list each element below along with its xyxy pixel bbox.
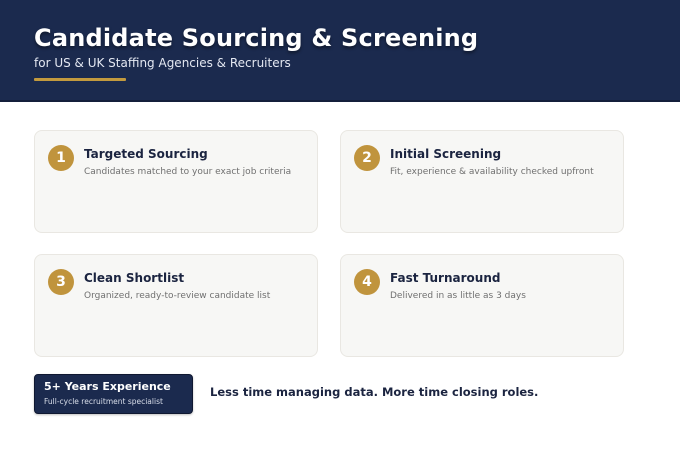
card-description: Candidates matched to your exact job cri…	[84, 167, 292, 177]
card-title: Clean Shortlist	[84, 271, 185, 285]
header-banner: Candidate Sourcing & Screening for US & …	[0, 0, 680, 102]
experience-badge-title: 5+ Years Experience	[44, 380, 171, 393]
card-title: Targeted Sourcing	[84, 147, 208, 161]
experience-badge-subtitle: Full-cycle recruitment specialist	[44, 397, 163, 406]
card-description: Delivered in as little as 3 days	[390, 291, 526, 301]
service-card-clean-shortlist: 3 Clean Shortlist Organized, ready-to-re…	[34, 254, 318, 357]
card-title: Initial Screening	[390, 147, 502, 161]
card-description: Organized, ready-to-review candidate lis…	[84, 291, 271, 301]
experience-badge: 5+ Years Experience Full-cycle recruitme…	[34, 374, 193, 414]
tagline: Less time managing data. More time closi…	[210, 385, 539, 399]
page-subtitle: for US & UK Staffing Agencies & Recruite…	[34, 56, 291, 70]
page-title: Candidate Sourcing & Screening	[34, 24, 479, 52]
step-number-badge: 3	[48, 269, 74, 295]
step-number-badge: 1	[48, 145, 74, 171]
accent-divider	[34, 78, 126, 81]
service-card-initial-screening: 2 Initial Screening Fit, experience & av…	[340, 130, 624, 233]
step-number-badge: 2	[354, 145, 380, 171]
service-card-targeted-sourcing: 1 Targeted Sourcing Candidates matched t…	[34, 130, 318, 233]
step-number-badge: 4	[354, 269, 380, 295]
card-description: Fit, experience & availability checked u…	[390, 167, 594, 177]
card-title: Fast Turnaround	[390, 271, 501, 285]
service-card-fast-turnaround: 4 Fast Turnaround Delivered in as little…	[340, 254, 624, 357]
